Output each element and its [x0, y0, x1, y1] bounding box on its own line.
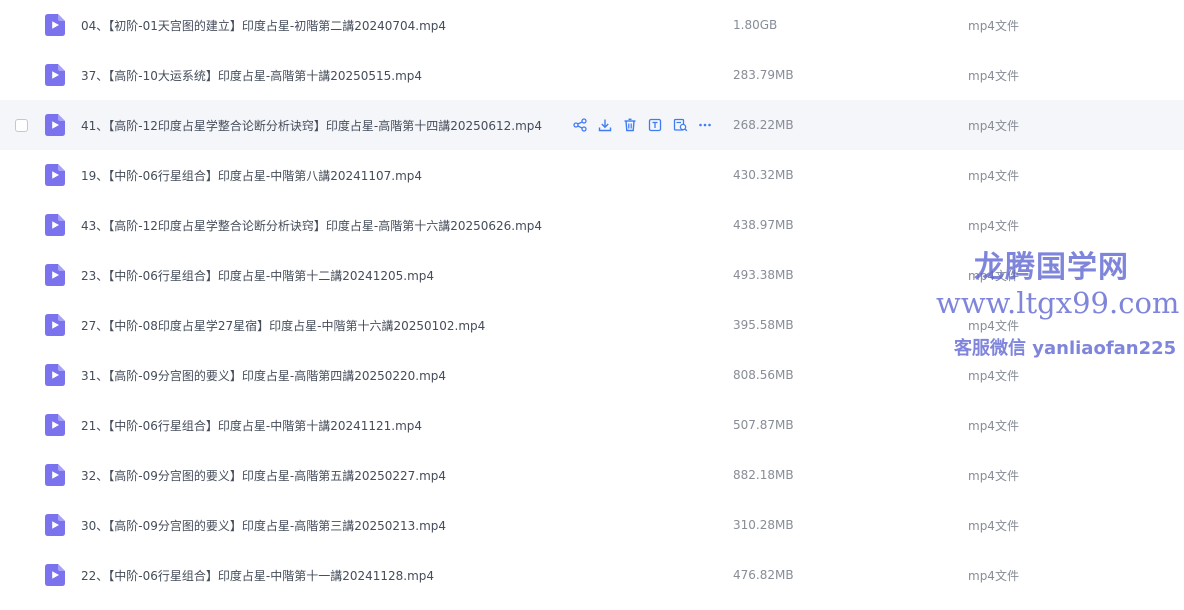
file-row[interactable]: 21、【中阶-06行星组合】印度占星-中階第十講20241121.mp4 507.… — [0, 400, 1184, 450]
video-file-icon — [45, 464, 65, 486]
search-in-file-icon[interactable] — [672, 117, 688, 133]
file-size: 283.79MB — [733, 68, 794, 82]
more-icon[interactable] — [697, 117, 713, 133]
file-row[interactable]: 23、【中阶-06行星组合】印度占星-中階第十二講20241205.mp4 493… — [0, 250, 1184, 300]
file-size: 430.32MB — [733, 168, 794, 182]
file-type: mp4文件 — [968, 168, 1019, 183]
file-type: mp4文件 — [968, 268, 1019, 283]
file-size: 1.80GB — [733, 18, 778, 32]
file-type: mp4文件 — [968, 418, 1019, 433]
file-row[interactable]: 30、【高阶-09分宫图的要义】印度占星-高階第三講20250213.mp4 31… — [0, 500, 1184, 550]
file-type: mp4文件 — [968, 468, 1019, 483]
file-name[interactable]: 43、【高阶-12印度占星学整合论断分析诀窍】印度占星-高階第十六講202506… — [81, 217, 542, 234]
file-type: mp4文件 — [968, 118, 1019, 133]
video-file-icon — [45, 264, 65, 286]
file-name[interactable]: 27、【中阶-08印度占星学27星宿】印度占星-中階第十六講20250102.m… — [81, 317, 485, 334]
file-type: mp4文件 — [968, 318, 1019, 333]
file-type: mp4文件 — [968, 18, 1019, 33]
file-row[interactable]: 43、【高阶-12印度占星学整合论断分析诀窍】印度占星-高階第十六講202506… — [0, 200, 1184, 250]
video-file-icon — [45, 214, 65, 236]
rename-icon[interactable] — [647, 117, 663, 133]
file-type: mp4文件 — [968, 568, 1019, 583]
file-name[interactable]: 21、【中阶-06行星组合】印度占星-中階第十講20241121.mp4 — [81, 417, 422, 434]
file-size: 395.58MB — [733, 318, 794, 332]
delete-icon[interactable] — [622, 117, 638, 133]
file-size: 310.28MB — [733, 518, 794, 532]
file-size: 493.38MB — [733, 268, 794, 282]
file-name[interactable]: 23、【中阶-06行星组合】印度占星-中階第十二講20241205.mp4 — [81, 267, 434, 284]
file-name[interactable]: 41、【高阶-12印度占星学整合论断分析诀窍】印度占星-高階第十四講202506… — [81, 117, 542, 134]
video-file-icon — [45, 64, 65, 86]
file-name[interactable]: 37、【高阶-10大运系统】印度占星-高階第十講20250515.mp4 — [81, 67, 422, 84]
file-row[interactable]: 31、【高阶-09分宫图的要义】印度占星-高階第四講20250220.mp4 80… — [0, 350, 1184, 400]
share-icon[interactable] — [572, 117, 588, 133]
file-type: mp4文件 — [968, 218, 1019, 233]
file-type: mp4文件 — [968, 68, 1019, 83]
download-icon[interactable] — [597, 117, 613, 133]
file-row[interactable]: 37、【高阶-10大运系统】印度占星-高階第十講20250515.mp4 283.… — [0, 50, 1184, 100]
file-row[interactable]: 22、【中阶-06行星组合】印度占星-中階第十一講20241128.mp4 476… — [0, 550, 1184, 600]
video-file-icon — [45, 514, 65, 536]
file-name[interactable]: 22、【中阶-06行星组合】印度占星-中階第十一講20241128.mp4 — [81, 567, 434, 584]
file-name[interactable]: 19、【中阶-06行星组合】印度占星-中階第八講20241107.mp4 — [81, 167, 422, 184]
video-file-icon — [45, 314, 65, 336]
file-type: mp4文件 — [968, 368, 1019, 383]
row-actions — [572, 117, 713, 133]
file-type: mp4文件 — [968, 518, 1019, 533]
video-file-icon — [45, 164, 65, 186]
file-size: 882.18MB — [733, 468, 794, 482]
file-name[interactable]: 30、【高阶-09分宫图的要义】印度占星-高階第三講20250213.mp4 — [81, 517, 446, 534]
file-row[interactable]: 41、【高阶-12印度占星学整合论断分析诀窍】印度占星-高階第十四講202506… — [0, 100, 1184, 150]
file-size: 507.87MB — [733, 418, 794, 432]
file-row[interactable]: 04、【初阶-01天宫图的建立】印度占星-初階第二講20240704.mp4 1.… — [0, 0, 1184, 50]
video-file-icon — [45, 14, 65, 36]
file-size: 268.22MB — [733, 118, 794, 132]
file-row[interactable]: 32、【高阶-09分宫图的要义】印度占星-高階第五講20250227.mp4 88… — [0, 450, 1184, 500]
file-row[interactable]: 27、【中阶-08印度占星学27星宿】印度占星-中階第十六講20250102.m… — [0, 300, 1184, 350]
file-list: 04、【初阶-01天宫图的建立】印度占星-初階第二講20240704.mp4 1.… — [0, 0, 1184, 610]
video-file-icon — [45, 364, 65, 386]
row-checkbox[interactable] — [15, 118, 28, 132]
file-size: 476.82MB — [733, 568, 794, 582]
video-file-icon — [45, 114, 65, 136]
file-name[interactable]: 04、【初阶-01天宫图的建立】印度占星-初階第二講20240704.mp4 — [81, 17, 446, 34]
file-name[interactable]: 32、【高阶-09分宫图的要义】印度占星-高階第五講20250227.mp4 — [81, 467, 446, 484]
video-file-icon — [45, 414, 65, 436]
file-row[interactable]: 19、【中阶-06行星组合】印度占星-中階第八講20241107.mp4 430.… — [0, 150, 1184, 200]
file-size: 438.97MB — [733, 218, 794, 232]
file-name[interactable]: 31、【高阶-09分宫图的要义】印度占星-高階第四講20250220.mp4 — [81, 367, 446, 384]
video-file-icon — [45, 564, 65, 586]
file-size: 808.56MB — [733, 368, 794, 382]
